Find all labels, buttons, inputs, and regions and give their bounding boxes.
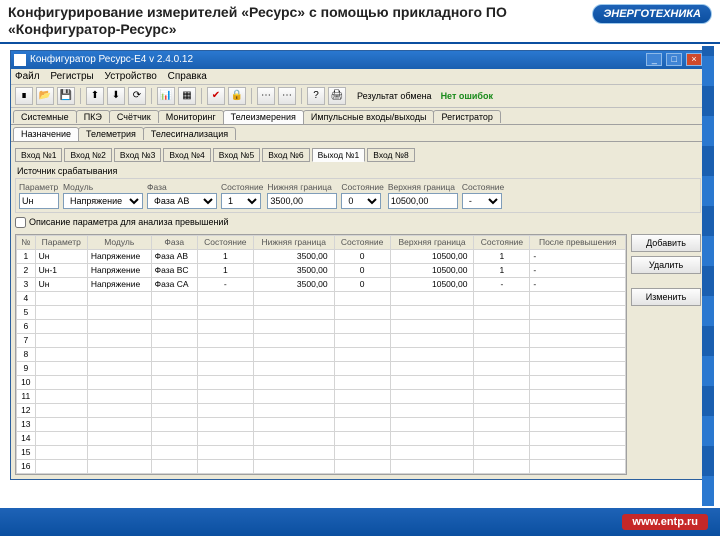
tool-new-icon[interactable]: ∎	[15, 87, 33, 105]
slide-footer: www.entp.ru	[0, 508, 720, 536]
io-tab-1[interactable]: Вход №2	[64, 148, 111, 162]
tool-misc1-icon[interactable]: ⋯	[257, 87, 275, 105]
brand-logo: ЭНЕРГОТЕХНИКА	[592, 4, 712, 24]
tool-table-icon[interactable]: ▦	[178, 87, 196, 105]
low-input[interactable]	[267, 193, 337, 209]
state2-select[interactable]: 0	[341, 193, 381, 209]
table-row[interactable]: 12	[17, 403, 626, 417]
slide-title: Конфигурирование измерителей «Ресурс» с …	[8, 4, 528, 38]
state1-select[interactable]: 1	[221, 193, 261, 209]
table-row[interactable]: 6	[17, 319, 626, 333]
io-tab-5[interactable]: Вход №6	[262, 148, 309, 162]
menu-file[interactable]: Файл	[15, 71, 40, 82]
high-input[interactable]	[388, 193, 458, 209]
tool-open-icon[interactable]: 📂	[36, 87, 54, 105]
io-tab-7[interactable]: Вход №8	[367, 148, 414, 162]
table-row[interactable]: 7	[17, 333, 626, 347]
footer-url: www.entp.ru	[622, 514, 708, 530]
table-row[interactable]: 15	[17, 445, 626, 459]
io-tab-6[interactable]: Выход №1	[312, 148, 366, 162]
io-tab-2[interactable]: Вход №3	[114, 148, 161, 162]
tab-secondary-2[interactable]: Телесигнализация	[143, 127, 236, 140]
tool-help-icon[interactable]: ?	[307, 87, 325, 105]
menubar: Файл Регистры Устройство Справка	[11, 69, 705, 85]
phase-select[interactable]: Фаза AB	[147, 193, 217, 209]
tool-refresh-icon[interactable]: ⟳	[128, 87, 146, 105]
slide-header: Конфигурирование измерителей «Ресурс» с …	[0, 0, 720, 44]
add-button[interactable]: Добавить	[631, 234, 701, 252]
minimize-button[interactable]: _	[646, 53, 662, 66]
exchange-status-label: Результат обмена	[357, 91, 432, 101]
desc-checkbox[interactable]	[15, 217, 26, 228]
data-grid[interactable]: №ПараметрМодульФазаСостояниеНижняя грани…	[15, 234, 627, 475]
desc-checkbox-label: Описание параметра для анализа превышени…	[29, 217, 228, 227]
section-title: Источник срабатывания	[17, 166, 701, 176]
tab-primary-3[interactable]: Мониторинг	[158, 110, 224, 123]
table-row[interactable]: 13	[17, 417, 626, 431]
maximize-button[interactable]: □	[666, 53, 682, 66]
io-tab-0[interactable]: Вход №1	[15, 148, 62, 162]
tool-print-icon[interactable]: 🖨	[328, 87, 346, 105]
state3-select[interactable]: -	[462, 193, 502, 209]
table-row[interactable]: 1UнНапряжениеФаза AB13500,00010500,001-	[17, 249, 626, 263]
delete-button[interactable]: Удалить	[631, 256, 701, 274]
table-row[interactable]: 5	[17, 305, 626, 319]
tool-chart-icon[interactable]: 📊	[157, 87, 175, 105]
app-icon	[14, 54, 26, 66]
table-row[interactable]: 3UнНапряжениеФаза CA-3500,00010500,00--	[17, 277, 626, 291]
decorative-stripe	[702, 46, 714, 506]
tool-check-icon[interactable]: ✔	[207, 87, 225, 105]
menu-device[interactable]: Устройство	[105, 71, 157, 82]
tool-misc2-icon[interactable]: ⋯	[278, 87, 296, 105]
tool-down-icon[interactable]: ⬇	[107, 87, 125, 105]
tab-secondary-0[interactable]: Назначение	[13, 127, 79, 141]
table-row[interactable]: 14	[17, 431, 626, 445]
menu-registers[interactable]: Регистры	[50, 71, 93, 82]
param-input[interactable]	[19, 193, 59, 209]
tool-up-icon[interactable]: ⬆	[86, 87, 104, 105]
edit-button[interactable]: Изменить	[631, 288, 701, 306]
table-row[interactable]: 2Uн-1НапряжениеФаза BC13500,00010500,001…	[17, 263, 626, 277]
table-row[interactable]: 8	[17, 347, 626, 361]
titlebar: Конфигуратор Ресурс-E4 v 2.4.0.12 _ □ ×	[11, 51, 705, 69]
tool-lock-icon[interactable]: 🔒	[228, 87, 246, 105]
io-tabs: Вход №1Вход №2Вход №3Вход №4Вход №5Вход …	[15, 148, 701, 162]
table-row[interactable]: 4	[17, 291, 626, 305]
tab-primary-4[interactable]: Телеизмерения	[223, 110, 304, 124]
tabs-primary: СистемныеПКЭСчётчикМониторингТелеизмерен…	[11, 108, 705, 125]
io-tab-4[interactable]: Вход №5	[213, 148, 260, 162]
panel-body: Вход №1Вход №2Вход №3Вход №4Вход №5Вход …	[11, 142, 705, 479]
app-window: Конфигуратор Ресурс-E4 v 2.4.0.12 _ □ × …	[10, 50, 706, 480]
tab-secondary-1[interactable]: Телеметрия	[78, 127, 144, 140]
exchange-status-value: Нет ошибок	[441, 91, 493, 101]
toolbar: ∎ 📂 💾 ⬆ ⬇ ⟳ 📊 ▦ ✔ 🔒 ⋯ ⋯ ? 🖨 Результат об…	[11, 85, 705, 108]
tab-primary-2[interactable]: Счётчик	[109, 110, 159, 123]
close-button[interactable]: ×	[686, 53, 702, 66]
tool-save-icon[interactable]: 💾	[57, 87, 75, 105]
table-row[interactable]: 10	[17, 375, 626, 389]
table-row[interactable]: 11	[17, 389, 626, 403]
window-title: Конфигуратор Ресурс-E4 v 2.4.0.12	[30, 54, 193, 65]
io-tab-3[interactable]: Вход №4	[163, 148, 210, 162]
menu-help[interactable]: Справка	[168, 71, 207, 82]
tab-primary-1[interactable]: ПКЭ	[76, 110, 110, 123]
tab-primary-0[interactable]: Системные	[13, 110, 77, 123]
tab-primary-5[interactable]: Импульсные входы/выходы	[303, 110, 435, 123]
parameter-editor: Параметр МодульНапряжение ФазаФаза AB Со…	[15, 178, 701, 213]
table-row[interactable]: 9	[17, 361, 626, 375]
tabs-secondary: НазначениеТелеметрияТелесигнализация	[11, 125, 705, 142]
module-select[interactable]: Напряжение	[63, 193, 143, 209]
tab-primary-6[interactable]: Регистратор	[433, 110, 500, 123]
table-row[interactable]: 16	[17, 459, 626, 473]
